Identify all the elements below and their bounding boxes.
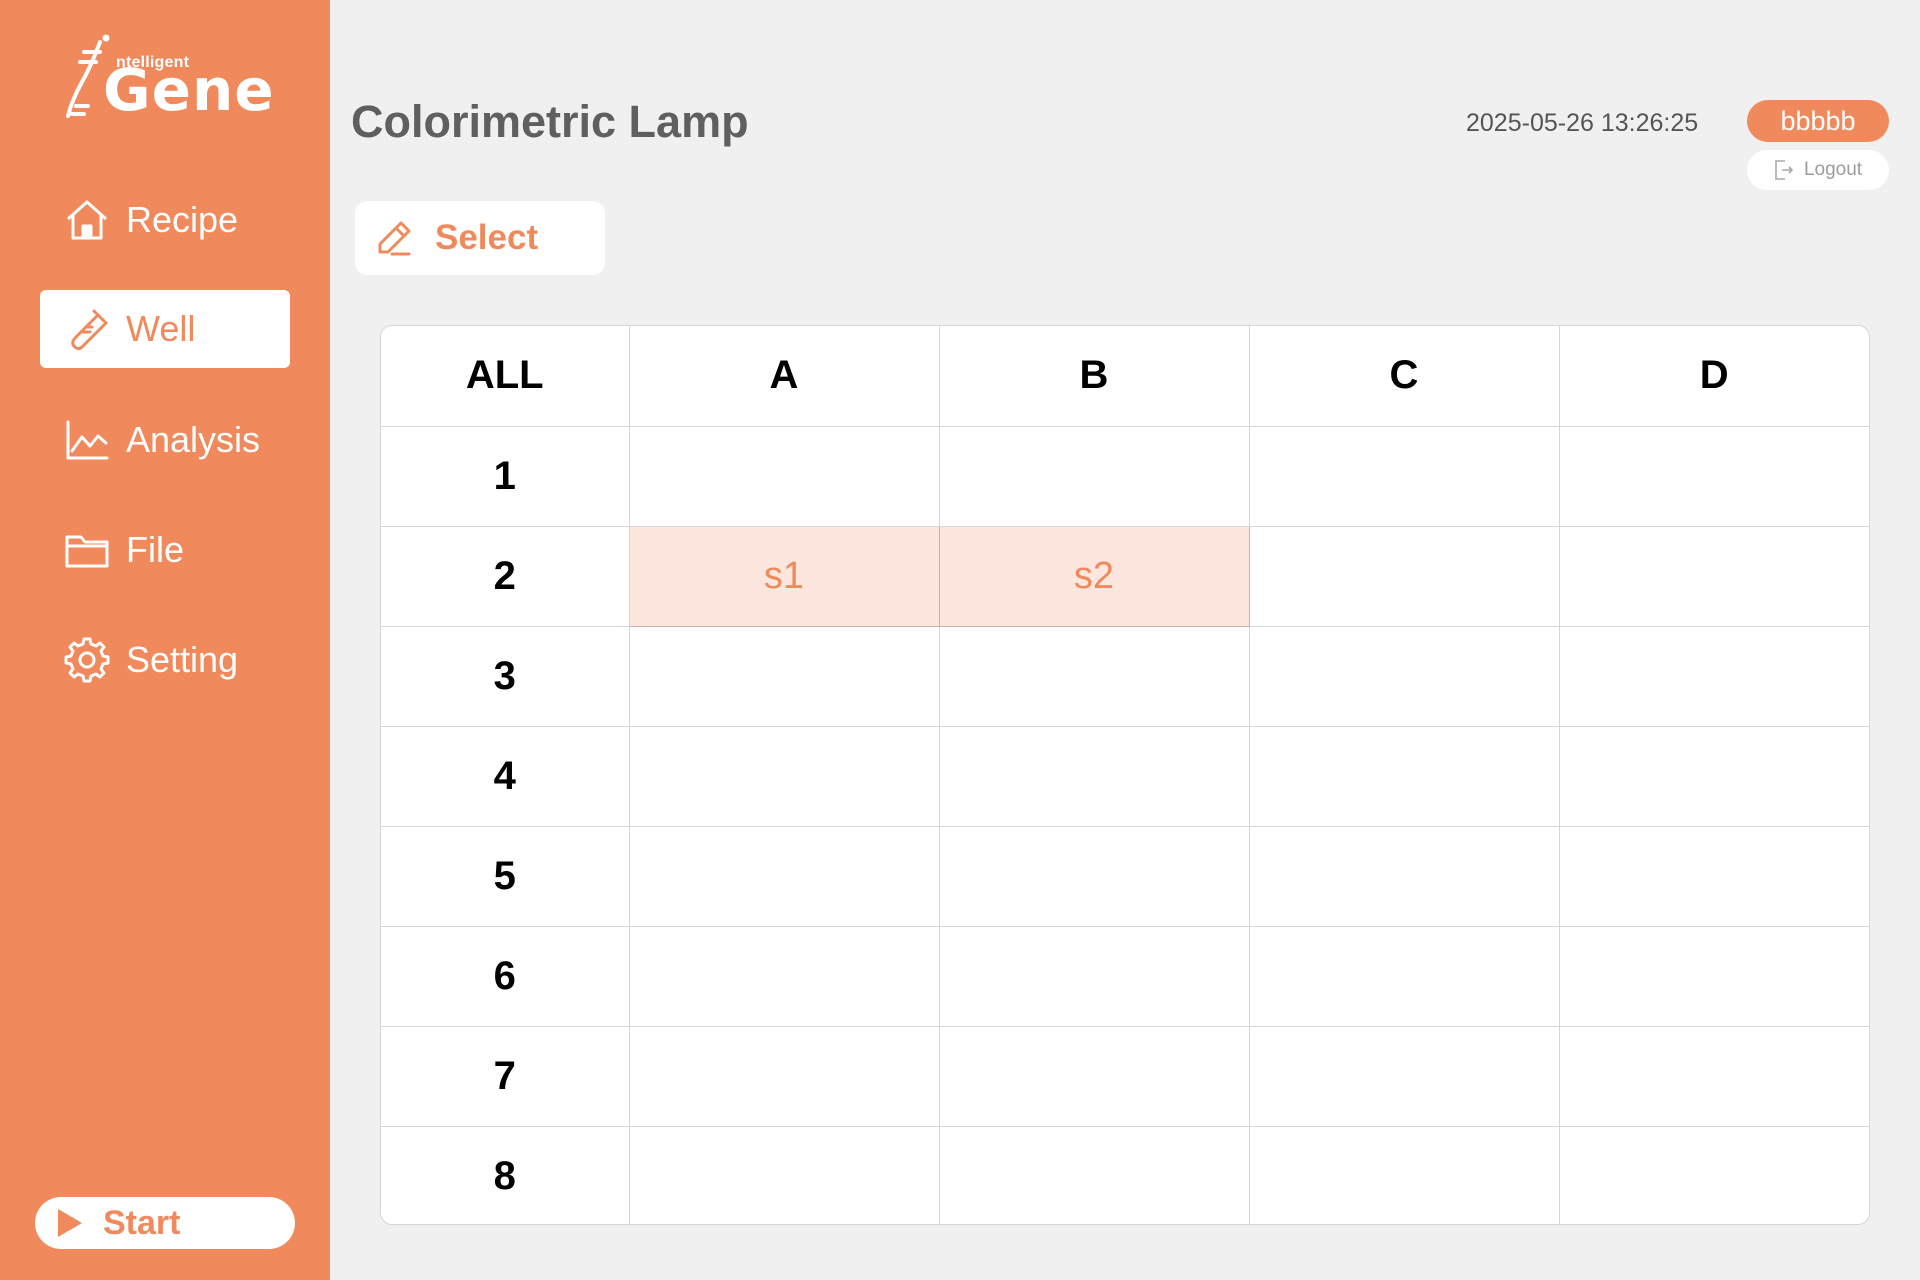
row-header-8[interactable]: 8	[381, 1125, 630, 1224]
sidebar: ntelligent Gene Recipe Well Analysis Fil…	[0, 0, 330, 1280]
column-header-d[interactable]: D	[1558, 326, 1869, 427]
sidebar-item-label: Well	[126, 308, 196, 349]
well-d8[interactable]	[1558, 1125, 1869, 1224]
well-a7[interactable]	[628, 1025, 940, 1127]
sidebar-item-label: Recipe	[126, 199, 239, 240]
well-c4[interactable]	[1248, 725, 1560, 827]
user-badge[interactable]: bbbbb	[1747, 100, 1889, 142]
row-header-5[interactable]: 5	[381, 825, 630, 927]
well-c5[interactable]	[1248, 825, 1560, 927]
datetime: 2025-05-26 13:26:25	[1466, 109, 1699, 137]
well-b5[interactable]	[938, 825, 1250, 927]
logout-label: Logout	[1803, 159, 1863, 180]
well-c6[interactable]	[1248, 925, 1560, 1027]
well-d2[interactable]	[1558, 525, 1869, 627]
sidebar-item-recipe[interactable]: Recipe	[40, 181, 290, 259]
gear-icon	[64, 637, 110, 683]
well-c1[interactable]	[1248, 425, 1560, 527]
well-a2[interactable]: s1	[628, 525, 940, 627]
line-chart-icon	[64, 417, 110, 463]
row-header-4[interactable]: 4	[381, 725, 630, 827]
well-b7[interactable]	[938, 1025, 1250, 1127]
well-d5[interactable]	[1558, 825, 1869, 927]
sidebar-item-setting[interactable]: Setting	[40, 621, 290, 699]
well-a3[interactable]	[628, 625, 940, 727]
start-button[interactable]: Start	[35, 1197, 295, 1249]
well-c7[interactable]	[1248, 1025, 1560, 1127]
test-tube-icon	[64, 306, 110, 352]
well-a1[interactable]	[628, 425, 940, 527]
pencil-icon	[375, 219, 413, 257]
well-b6[interactable]	[938, 925, 1250, 1027]
well-b3[interactable]	[938, 625, 1250, 727]
well-c3[interactable]	[1248, 625, 1560, 727]
logout-button[interactable]: Logout	[1747, 150, 1889, 190]
row-header-1[interactable]: 1	[381, 425, 630, 527]
well-a4[interactable]	[628, 725, 940, 827]
well-b1[interactable]	[938, 425, 1250, 527]
page-title: Colorimetric Lamp	[351, 96, 749, 147]
sidebar-item-label: Analysis	[126, 419, 261, 460]
select-button-label: Select	[435, 218, 539, 257]
well-d4[interactable]	[1558, 725, 1869, 827]
select-button[interactable]: Select	[355, 201, 605, 275]
sidebar-item-label: File	[126, 529, 185, 570]
folder-icon	[64, 527, 110, 573]
well-a8[interactable]	[628, 1125, 940, 1224]
well-d7[interactable]	[1558, 1025, 1869, 1127]
sidebar-item-well[interactable]: Well	[40, 290, 290, 368]
column-header-a[interactable]: A	[628, 326, 940, 427]
well-a6[interactable]	[628, 925, 940, 1027]
start-button-label: Start	[103, 1203, 181, 1242]
row-header-6[interactable]: 6	[381, 925, 630, 1027]
logout-icon	[1774, 159, 1794, 181]
row-header-7[interactable]: 7	[381, 1025, 630, 1127]
brand-logo: ntelligent Gene	[62, 34, 275, 124]
row-header-2[interactable]: 2	[381, 525, 630, 627]
well-plate-grid: ALL A B C D 1 2 s1 s2 3 4 5 6 7 8	[380, 325, 1870, 1225]
sidebar-item-analysis[interactable]: Analysis	[40, 401, 290, 479]
row-header-3[interactable]: 3	[381, 625, 630, 727]
well-d1[interactable]	[1558, 425, 1869, 527]
well-d3[interactable]	[1558, 625, 1869, 727]
sidebar-item-label: Setting	[126, 639, 239, 680]
well-b2[interactable]: s2	[938, 525, 1250, 627]
column-header-c[interactable]: C	[1248, 326, 1560, 427]
play-icon	[55, 1207, 87, 1239]
well-b8[interactable]	[938, 1125, 1250, 1224]
column-header-b[interactable]: B	[938, 326, 1250, 427]
logo-big-text: Gene	[103, 56, 275, 124]
well-b4[interactable]	[938, 725, 1250, 827]
well-d6[interactable]	[1558, 925, 1869, 1027]
home-icon	[64, 197, 110, 243]
well-c2[interactable]	[1248, 525, 1560, 627]
well-c8[interactable]	[1248, 1125, 1560, 1224]
select-all-header[interactable]: ALL	[381, 326, 630, 427]
well-table: ALL A B C D 1 2 s1 s2 3 4 5 6 7 8	[381, 326, 1869, 1224]
well-a5[interactable]	[628, 825, 940, 927]
sidebar-item-file[interactable]: File	[40, 511, 290, 589]
